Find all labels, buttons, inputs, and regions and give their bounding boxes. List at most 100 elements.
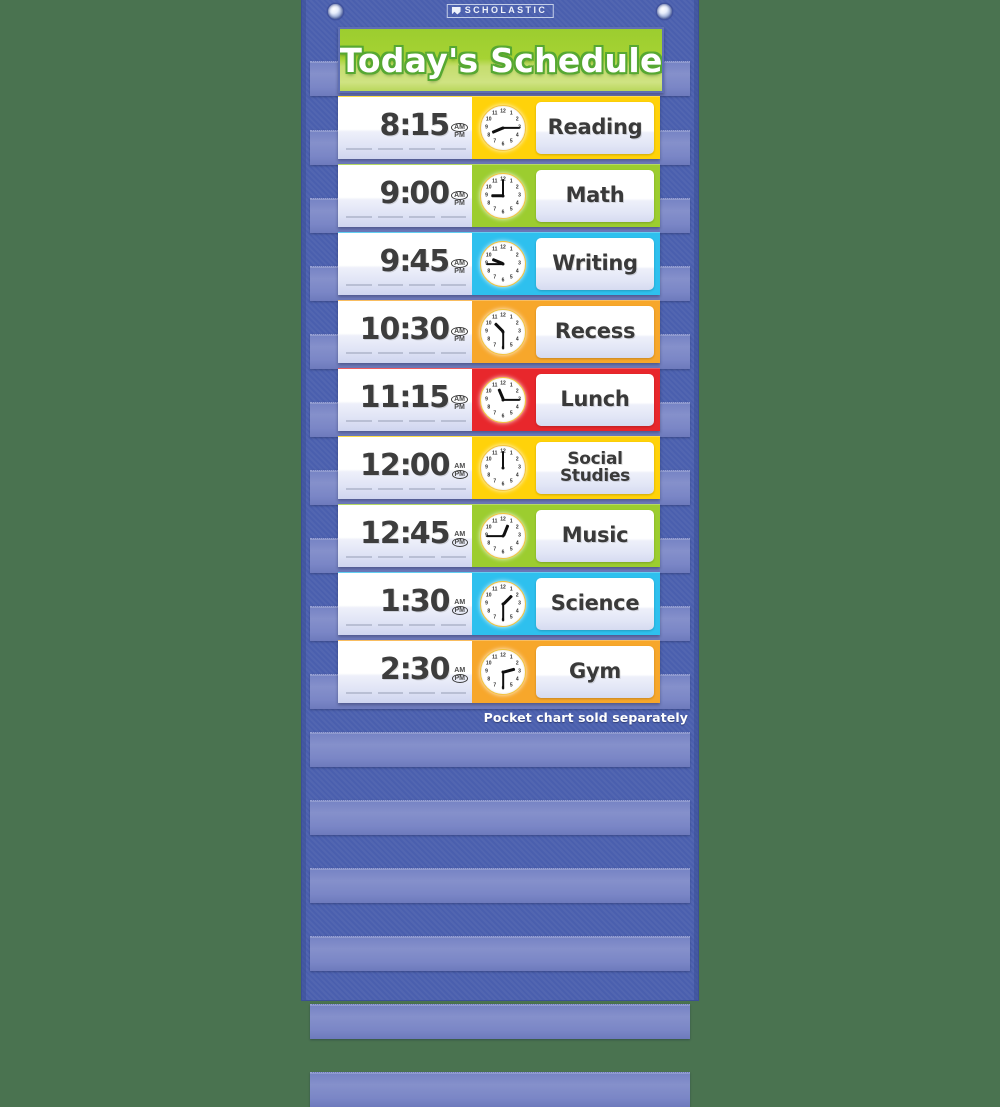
schedule-row[interactable]: 8:15 AM PM 121234567891011 Reading <box>338 96 660 159</box>
meridiem-am[interactable]: AM <box>451 326 468 336</box>
meridiem-selector[interactable]: AM PM <box>451 190 468 208</box>
meridiem-selector[interactable]: AM PM <box>451 531 468 548</box>
activity-card[interactable]: Music <box>536 510 654 562</box>
activity-cell[interactable]: Social Studies <box>534 437 660 499</box>
write-on-lines <box>346 420 466 422</box>
meridiem-pm[interactable]: PM <box>451 470 468 480</box>
activity-cell[interactable]: Music <box>534 505 660 567</box>
activity-card[interactable]: Science <box>536 578 654 630</box>
activity-cell[interactable]: Reading <box>534 97 660 159</box>
schedule-row[interactable]: 9:45 AM PM 121234567891011 Writing <box>338 232 660 295</box>
activity-card[interactable]: Writing <box>536 238 654 290</box>
clock-numeral: 10 <box>485 184 492 191</box>
clock-numeral: 9 <box>485 192 488 199</box>
clock-cell: 121234567891011 <box>472 437 534 499</box>
clock-minute-hand <box>486 534 503 538</box>
clock-numeral: 1 <box>509 518 513 525</box>
schedule-row[interactable]: 10:30 AM PM 121234567891011 Recess <box>338 300 660 363</box>
time-card[interactable]: 9:45 AM PM <box>338 233 472 295</box>
meridiem-selector[interactable]: AM PM <box>451 258 468 276</box>
activity-cell[interactable]: Recess <box>534 301 660 363</box>
time-card[interactable]: 8:15 AM PM <box>338 97 472 159</box>
clock-minute-hand <box>503 398 520 402</box>
meridiem-pm[interactable]: PM <box>451 674 468 684</box>
activity-card[interactable]: Lunch <box>536 374 654 426</box>
clock-numeral: 11 <box>492 586 498 593</box>
write-line <box>377 216 403 218</box>
clock-numeral: 5 <box>509 206 513 213</box>
empty-pocket[interactable] <box>310 1072 690 1107</box>
meridiem-am[interactable]: AM <box>451 190 468 200</box>
clock-numeral: 6 <box>501 549 505 555</box>
clock-numeral: 5 <box>509 138 513 145</box>
activity-card[interactable]: Reading <box>536 102 654 154</box>
meridiem-selector[interactable]: AM PM <box>451 394 468 412</box>
schedule-row[interactable]: 1:30 AM PM 121234567891011 Science <box>338 572 660 635</box>
meridiem-am[interactable]: AM <box>451 122 468 132</box>
meridiem-am[interactable]: AM <box>453 667 466 674</box>
meridiem-pm[interactable]: PM <box>453 404 466 411</box>
activity-cell[interactable]: Math <box>534 165 660 227</box>
schedule-row[interactable]: 9:00 AM PM 121234567891011 Math <box>338 164 660 227</box>
meridiem-am[interactable]: AM <box>453 599 466 606</box>
clock-numeral: 6 <box>501 481 505 487</box>
activity-cell[interactable]: Science <box>534 573 660 635</box>
clock-numeral: 7 <box>493 410 497 417</box>
activity-card[interactable]: Social Studies <box>536 442 654 494</box>
empty-pocket[interactable] <box>310 936 690 971</box>
clock-numeral: 1 <box>509 178 513 185</box>
meridiem-pm[interactable]: PM <box>453 336 466 343</box>
time-card[interactable]: 12:45 AM PM <box>338 505 472 567</box>
meridiem-am[interactable]: AM <box>451 394 468 404</box>
time-card[interactable]: 1:30 AM PM <box>338 573 472 635</box>
time-card[interactable]: 11:15 AM PM <box>338 369 472 431</box>
clock-numeral: 3 <box>518 260 521 267</box>
write-line <box>440 420 466 422</box>
schedule-row[interactable]: 12:00 AM PM 121234567891011 SocialStudie… <box>338 436 660 499</box>
time-card[interactable]: 2:30 AM PM <box>338 641 472 703</box>
clock-numeral: 4 <box>515 268 519 275</box>
time-card[interactable]: 10:30 AM PM <box>338 301 472 363</box>
scholastic-logo-mark-icon <box>451 6 461 15</box>
activity-card[interactable]: Gym <box>536 646 654 698</box>
meridiem-pm[interactable]: PM <box>453 200 466 207</box>
time-card[interactable]: 9:00 AM PM <box>338 165 472 227</box>
meridiem-selector[interactable]: AM PM <box>451 463 468 480</box>
clock-face-icon: 121234567891011 <box>480 513 526 559</box>
activity-cell[interactable]: Writing <box>534 233 660 295</box>
clock-numeral: 5 <box>509 682 513 689</box>
schedule-row[interactable]: 12:45 AM PM 121234567891011 Music <box>338 504 660 567</box>
meridiem-selector[interactable]: AM PM <box>451 599 468 616</box>
clock-numeral: 2 <box>515 524 519 531</box>
empty-pocket[interactable] <box>310 800 690 835</box>
write-line <box>346 556 372 558</box>
meridiem-am[interactable]: AM <box>453 531 466 538</box>
page-title: Today's Schedule <box>339 40 663 80</box>
write-on-lines <box>346 148 466 150</box>
write-line <box>346 488 372 490</box>
activity-cell[interactable]: Lunch <box>534 369 660 431</box>
schedule-row[interactable]: 2:30 AM PM 121234567891011 Gym <box>338 640 660 703</box>
empty-pocket[interactable] <box>310 732 690 767</box>
empty-pocket[interactable] <box>310 1004 690 1039</box>
clock-numeral: 8 <box>487 404 491 411</box>
time-card[interactable]: 12:00 AM PM <box>338 437 472 499</box>
clock-minute-hand <box>501 451 505 468</box>
activity-cell[interactable]: Gym <box>534 641 660 703</box>
meridiem-selector[interactable]: AM PM <box>451 667 468 684</box>
empty-pocket[interactable] <box>310 868 690 903</box>
activity-card[interactable]: Math <box>536 170 654 222</box>
activity-card[interactable]: Recess <box>536 306 654 358</box>
clock-numeral: 3 <box>518 464 521 471</box>
meridiem-am[interactable]: AM <box>453 463 466 470</box>
meridiem-pm[interactable]: PM <box>453 268 466 275</box>
clock-numeral: 8 <box>487 200 491 207</box>
meridiem-selector[interactable]: AM PM <box>451 122 468 140</box>
meridiem-am[interactable]: AM <box>451 258 468 268</box>
meridiem-selector[interactable]: AM PM <box>451 326 468 344</box>
meridiem-pm[interactable]: PM <box>451 538 468 548</box>
schedule-row[interactable]: 11:15 AM PM 121234567891011 Lunch <box>338 368 660 431</box>
meridiem-pm[interactable]: PM <box>451 606 468 616</box>
meridiem-pm[interactable]: PM <box>453 132 466 139</box>
clock-numeral: 7 <box>493 342 497 349</box>
